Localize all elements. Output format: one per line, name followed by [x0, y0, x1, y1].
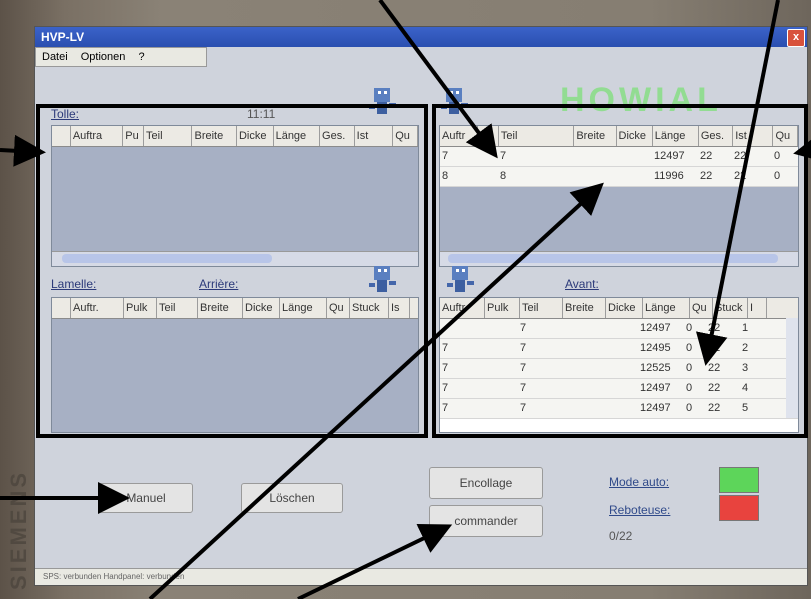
menu-item-optionen[interactable]: Optionen	[81, 51, 126, 63]
mode-auto-indicator	[719, 467, 759, 493]
menu-item-datei[interactable]: Datei	[42, 51, 68, 63]
manuel-button[interactable]: Manuel	[99, 483, 193, 513]
annotation-frame-left	[36, 104, 428, 438]
counter-display: 0/22	[609, 529, 633, 543]
menu-item-help[interactable]: ?	[138, 51, 144, 63]
reboteuse-indicator	[719, 495, 759, 521]
reboteuse-label: Reboteuse:	[609, 503, 671, 517]
status-bar: SPS: verbunden Handpanel: verbunden	[35, 568, 807, 585]
encollage-button[interactable]: Encollage	[429, 467, 543, 499]
window-title: HVP-LV	[41, 30, 85, 44]
menu-bar: Datei Optionen ?	[35, 47, 207, 67]
commander-button[interactable]: commander	[429, 505, 543, 537]
close-button[interactable]: x	[787, 29, 805, 47]
window-titlebar: HVP-LV x	[35, 27, 807, 47]
annotation-frame-right	[432, 104, 808, 438]
loeschen-button[interactable]: Löschen	[241, 483, 343, 513]
mode-auto-label: Mode auto:	[609, 475, 670, 489]
